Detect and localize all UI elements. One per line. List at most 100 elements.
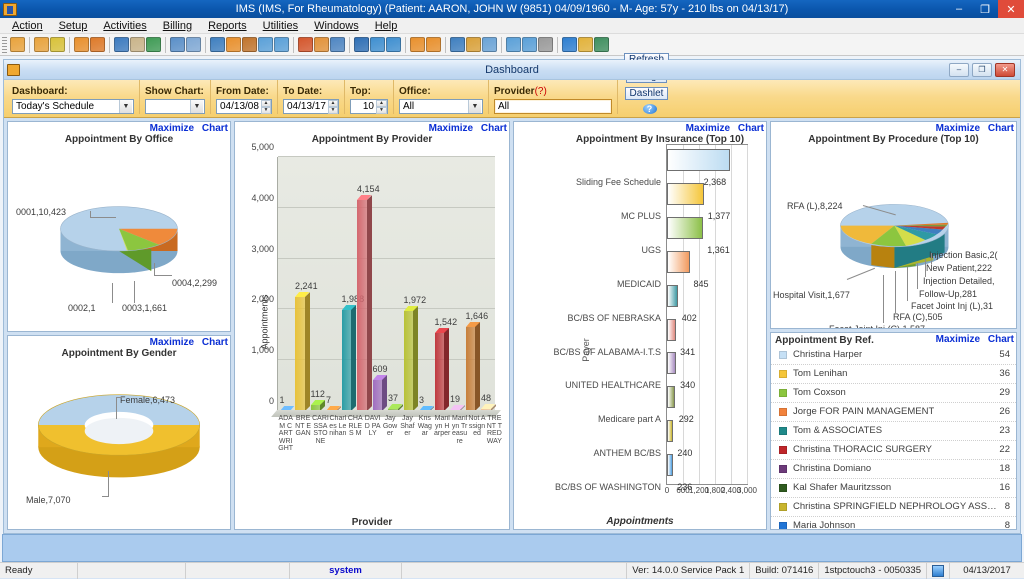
menu-item-setup[interactable]: Setup [51,18,96,34]
restore-button[interactable]: ❐ [972,0,998,18]
dashboard-close-button[interactable]: ✕ [995,63,1015,77]
menu-item-activities[interactable]: Activities [95,18,154,34]
bar-chart-bar[interactable] [435,333,445,411]
shield-icon[interactable] [146,37,161,52]
to-date-stepper[interactable]: ▲▼ [328,100,338,113]
bar-chart-bar[interactable] [373,380,383,411]
bar-chart-bar[interactable] [404,311,414,411]
hbar-row[interactable]: UGS1,361 [667,217,703,239]
menu-item-action[interactable]: Action [4,18,51,34]
hbar-row[interactable]: BC/BS OF WASHINGTON236 [667,454,673,476]
ref-list-row[interactable]: Tom Lenihan36 [771,365,1016,384]
pages-icon[interactable] [186,37,201,52]
ref-list[interactable]: Christina Harper54Tom Lenihan36Tom Coxso… [771,346,1016,529]
ref-list-row[interactable]: Kal Shafer Mauritzsson16 [771,479,1016,498]
ref-list-row[interactable]: Christina SPRINGFIELD NEPHROLOGY ASSOCIA… [771,498,1016,517]
claim-icon[interactable] [258,37,273,52]
bar-chart-bar[interactable] [342,310,352,411]
from-date-stepper[interactable]: ▲▼ [261,100,271,113]
provider-input[interactable]: All [494,99,612,114]
help-icon[interactable]: ? [643,104,657,114]
ref-list-row[interactable]: Christina Domiano18 [771,460,1016,479]
maximize-link-gender[interactable]: Maximize [150,337,194,348]
menu-item-help[interactable]: Help [367,18,406,34]
maximize-link-provider[interactable]: Maximize [429,123,473,134]
bar-chart-bar[interactable] [295,297,305,411]
from-date-input[interactable]: 04/13/08 ▲▼ [216,99,272,114]
payment-icon[interactable] [226,37,241,52]
open-folder-icon[interactable] [74,37,89,52]
menu-item-utilities[interactable]: Utilities [255,18,306,34]
chart-link-procedure[interactable]: Chart [988,123,1014,134]
chevron-down-icon[interactable]: ▼ [119,100,132,113]
ledger-icon[interactable] [242,37,257,52]
hbar-row[interactable]: MC PLUS1,377 [667,183,704,205]
hbar-row[interactable]: UNITED HEALTHCARE340 [667,352,676,374]
menu-item-billing[interactable]: Billing [155,18,200,34]
eprescribe-icon[interactable] [522,37,537,52]
back-arrow-icon[interactable] [354,37,369,52]
hbar-row[interactable]: Medicare part A292 [667,386,675,408]
patient-icon[interactable] [10,37,25,52]
dashlet-button[interactable]: Dashlet [625,87,669,100]
exit-icon[interactable] [594,37,609,52]
document-icon[interactable] [170,37,185,52]
help-icon[interactable] [562,37,577,52]
clipboard-icon[interactable] [114,37,129,52]
scheduler-icon[interactable] [314,37,329,52]
bar-chart-bar[interactable] [357,200,367,411]
hbar-row[interactable]: BC/BS OF NEBRASKA402 [667,285,678,307]
ref-list-row[interactable]: Jorge FOR PAIN MANAGEMENT26 [771,403,1016,422]
sync-icon[interactable] [386,37,401,52]
ref-list-row[interactable]: Christina Harper54 [771,346,1016,365]
lab-flask-icon[interactable] [130,37,145,52]
hbar-row[interactable]: Sliding Fee Schedule2,368 [667,149,730,171]
chart-link-ref[interactable]: Chart [988,334,1014,345]
menu-item-windows[interactable]: Windows [306,18,367,34]
refresh-icon[interactable] [370,37,385,52]
report-icon[interactable] [330,37,345,52]
chart-link-provider[interactable]: Chart [481,123,507,134]
calendar-icon[interactable] [298,37,313,52]
dashboard-select[interactable]: Today's Schedule ▼ [12,99,134,114]
maximize-link-insurance[interactable]: Maximize [686,123,730,134]
forms-icon[interactable] [482,37,497,52]
hbar-row[interactable]: MEDICAID845 [667,251,690,273]
hbar-row[interactable]: ANTHEM BC/BS240 [667,420,673,442]
ref-list-row[interactable]: Christina THORACIC SURGERY22 [771,441,1016,460]
to-date-input[interactable]: 04/13/17 ▲▼ [283,99,339,114]
chevron-down-icon[interactable]: ▼ [468,100,481,113]
maximize-link-ref[interactable]: Maximize [936,334,980,345]
minimize-button[interactable]: – [946,0,972,18]
chart-link-insurance[interactable]: Chart [738,123,764,134]
import-icon[interactable] [426,37,441,52]
edit-note-icon[interactable] [90,37,105,52]
export-icon[interactable] [410,37,425,52]
chart-icon[interactable] [450,37,465,52]
ref-list-row[interactable]: Maria Johnson8 [771,517,1016,529]
ref-list-row[interactable]: Tom & ASSOCIATES23 [771,422,1016,441]
show-chart-select[interactable]: ▼ [145,99,205,114]
patient-check-icon[interactable] [50,37,65,52]
top-input[interactable]: 10 ▲▼ [350,99,388,114]
dollar-icon[interactable] [210,37,225,52]
hbar-row[interactable]: BC/BS OF ALABAMA-I.T.S341 [667,319,676,341]
notes-icon[interactable] [466,37,481,52]
dashboard-restore-button[interactable]: ❐ [972,63,992,77]
office-select[interactable]: All ▼ [399,99,483,114]
patient-add-icon[interactable] [34,37,49,52]
fax-icon[interactable] [538,37,553,52]
maximize-link-procedure[interactable]: Maximize [936,123,980,134]
top-stepper[interactable]: ▲▼ [376,100,387,113]
bar-chart-bar[interactable] [466,327,476,411]
toolbar-grip[interactable] [2,37,7,53]
insurance-icon[interactable] [274,37,289,52]
close-button[interactable]: ✕ [998,0,1024,18]
chart-link-office[interactable]: Chart [202,123,228,134]
dashboard-minimize-button[interactable]: – [949,63,969,77]
chevron-down-icon[interactable]: ▼ [190,100,203,113]
lock-icon[interactable] [578,37,593,52]
labresult-icon[interactable] [506,37,521,52]
ref-list-row[interactable]: Tom Coxson29 [771,384,1016,403]
maximize-link-office[interactable]: Maximize [150,123,194,134]
